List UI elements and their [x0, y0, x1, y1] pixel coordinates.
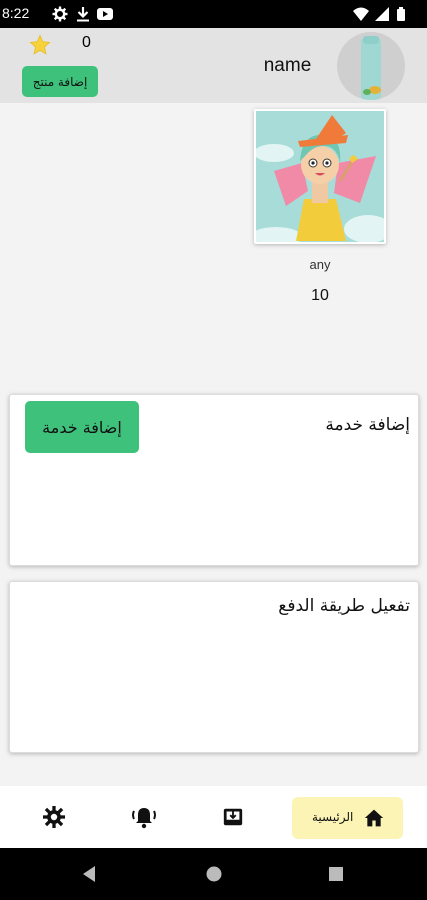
payment-panel[interactable]: تفعيل طريقة الدفع	[9, 581, 419, 753]
avatar[interactable]	[337, 32, 405, 100]
service-panel-title: إضافة خدمة	[325, 415, 410, 435]
nav-settings-gear-icon[interactable]	[43, 806, 65, 828]
gear-icon	[52, 6, 68, 22]
product-price: 10	[311, 287, 329, 304]
add-service-button[interactable]: إضافة خدمة	[25, 401, 139, 453]
recents-icon[interactable]	[328, 866, 344, 882]
download-icon	[77, 7, 89, 22]
status-icons-left	[52, 6, 114, 26]
product-name: any	[309, 257, 331, 272]
signal-icon	[375, 7, 389, 21]
payment-panel-title: تفعيل طريقة الدفع	[278, 596, 410, 616]
user-name: name	[263, 55, 312, 76]
product-image	[256, 111, 384, 242]
home-circle-icon[interactable]	[205, 865, 223, 883]
star-icon	[29, 34, 51, 55]
nav-inbox-icon[interactable]	[222, 806, 244, 828]
star-count: 0	[82, 34, 91, 51]
nav-home-label: الرئيسية	[312, 810, 354, 824]
bottom-nav: الرئيسية	[0, 786, 427, 848]
product-card[interactable]	[254, 109, 386, 244]
add-product-button[interactable]: إضافة منتج	[22, 66, 98, 97]
wifi-icon	[353, 7, 369, 21]
nav-home-button[interactable]: الرئيسية	[292, 797, 403, 839]
service-panel: إضافة خدمة إضافة خدمة	[9, 394, 419, 566]
status-bar: 8:22	[0, 0, 427, 28]
home-icon	[364, 809, 384, 827]
status-icons-right	[353, 6, 413, 26]
system-nav-bar	[0, 848, 427, 900]
youtube-icon	[97, 8, 113, 20]
app-header: 0 إضافة منتج name	[0, 28, 427, 103]
nav-notifications-bell-icon[interactable]	[131, 805, 157, 829]
battery-icon	[397, 7, 405, 21]
status-time: 8:22	[2, 5, 30, 21]
back-icon[interactable]	[81, 865, 99, 883]
